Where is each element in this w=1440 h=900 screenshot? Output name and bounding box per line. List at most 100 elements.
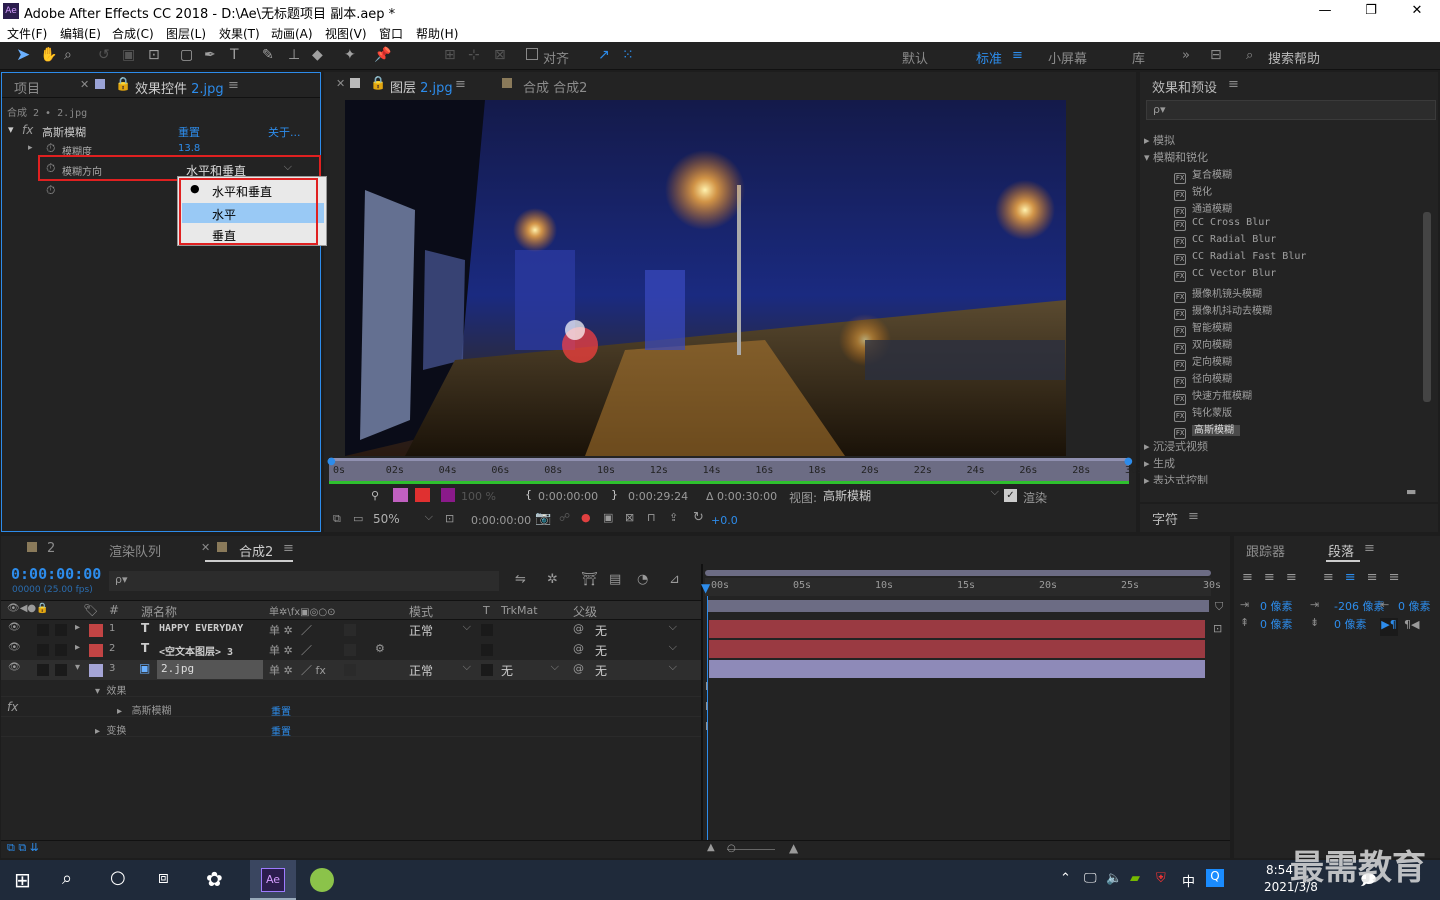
effect-item[interactable]: FX 锐化 — [1174, 183, 1212, 201]
current-time[interactable]: 0:00:00:00 — [471, 514, 531, 527]
network-icon[interactable]: 🖵 — [1084, 871, 1097, 886]
zoom-tool-icon[interactable]: ⌕ — [64, 47, 72, 63]
pink-swatch-icon[interactable] — [393, 488, 408, 502]
panel-menu-icon[interactable]: ≡ — [1364, 541, 1375, 556]
quality-switch-icon[interactable]: ／ — [301, 622, 312, 638]
category-generate[interactable]: ▸ 生成 — [1144, 455, 1175, 471]
tab-effect-controls[interactable]: 效果控件 2.jpg — [135, 78, 224, 97]
label-color-swatch[interactable] — [89, 644, 103, 657]
quality-switch-icon[interactable]: ／ — [301, 642, 312, 658]
tab-layer[interactable]: 图层 2.jpg — [390, 77, 453, 96]
justify-all-icon[interactable]: ≡ — [1389, 570, 1411, 585]
blurriness-value[interactable]: 13.8 — [178, 143, 200, 154]
tab-project[interactable]: 项目 — [14, 78, 40, 97]
visibility-eye-icon[interactable]: 👁 — [8, 642, 21, 653]
align-right-icon[interactable]: ≡ — [1286, 570, 1308, 585]
justify-left-icon[interactable]: ≡ — [1323, 570, 1345, 585]
solo-icon[interactable]: ⚲ — [371, 489, 379, 502]
prop1-expand-icon[interactable]: ▸ — [28, 143, 33, 153]
always-preview-icon[interactable]: ⧉ — [333, 512, 341, 526]
in-time[interactable]: 0:00:00:00 — [538, 490, 598, 503]
cortana-icon[interactable]: ○ — [110, 867, 126, 888]
category-simulation[interactable]: ▸ 模拟 — [1144, 132, 1175, 148]
lock-toggle[interactable] — [55, 624, 67, 636]
tab-composition[interactable]: 合成 合成2 — [523, 77, 587, 96]
melon-app-icon[interactable] — [310, 868, 334, 892]
timeline-ruler[interactable]: 00s 05s 10s 15s 20s 25s 30s — [705, 578, 1221, 596]
purple-swatch-icon[interactable] — [441, 488, 455, 502]
snap-edge-icon[interactable]: ↗ — [598, 47, 610, 63]
menu-effect[interactable]: 效果(T) — [219, 25, 260, 42]
menu-window[interactable]: 窗口 — [379, 25, 403, 42]
stopwatch-icon[interactable]: ⏱ — [46, 141, 55, 156]
category-blur-sharpen[interactable]: ▾ 模糊和锐化 — [1144, 149, 1208, 165]
parent-dropdown[interactable]: 无 — [595, 660, 681, 679]
in-bracket-icon[interactable]: { — [525, 488, 532, 501]
menu-help[interactable]: 帮助(H) — [416, 25, 458, 42]
more-workspaces-icon[interactable]: » — [1182, 48, 1190, 63]
gaussian-effect-row[interactable]: ▸ 高斯模糊 — [117, 702, 172, 717]
space-before-value[interactable]: 0 像素 — [1260, 616, 1293, 632]
rotate-tool-icon[interactable]: ↺ — [98, 47, 110, 63]
maximize-button[interactable]: ❐ — [1348, 0, 1394, 22]
monitor-icon[interactable]: ▭ — [353, 512, 363, 525]
lock-toggle[interactable] — [55, 644, 67, 656]
snapshot-icon[interactable]: 📷 — [535, 511, 551, 526]
timecode[interactable]: 0:00:00:00 — [11, 565, 101, 583]
frame-blending-icon[interactable]: ▤ — [609, 572, 621, 587]
workspace-standard[interactable]: 标准 — [976, 48, 1002, 67]
effects-scrollbar[interactable] — [1423, 212, 1431, 402]
space-after-value[interactable]: 0 像素 — [1334, 616, 1367, 632]
shy-collapse-switch-icon[interactable]: 单 ✲ — [269, 622, 293, 638]
comp-mini-flowchart-icon[interactable]: ⇋ — [515, 572, 526, 587]
layer-name[interactable]: <空文本图层> 3 — [159, 643, 233, 658]
tab-tracker[interactable]: 跟踪器 — [1246, 541, 1285, 560]
channel-icon[interactable]: ● — [581, 511, 591, 524]
show-snapshot-icon[interactable]: ☍ — [559, 511, 570, 524]
indent-right-value[interactable]: 0 像素 — [1398, 598, 1431, 614]
expand-layer-icon[interactable]: ▾ — [75, 662, 80, 673]
preserve-transparency-toggle[interactable] — [481, 664, 493, 676]
transform-group-row[interactable]: ▸ 变换 — [95, 722, 126, 737]
lock-icon[interactable]: 🔒 — [370, 76, 386, 91]
label-color-swatch[interactable] — [89, 624, 103, 637]
layer-bar-2[interactable] — [709, 640, 1205, 658]
minimize-button[interactable]: — — [1302, 0, 1348, 22]
selection-tool-icon[interactable]: ➤ — [16, 45, 30, 65]
preserve-transparency-toggle[interactable] — [481, 624, 493, 636]
snap-feature-icon[interactable]: ⁙ — [622, 47, 634, 63]
indent-left-value[interactable]: 0 像素 — [1260, 598, 1293, 614]
reset-link[interactable]: 重置 — [178, 124, 200, 140]
category-immersive[interactable]: ▸ 沉浸式视频 — [1144, 438, 1208, 454]
ime-indicator[interactable]: 中 — [1182, 871, 1195, 890]
preserve-transparency-toggle[interactable] — [481, 644, 493, 656]
qq-icon[interactable]: Q — [1206, 869, 1224, 887]
fx-icon[interactable]: fx — [22, 123, 33, 137]
effect-expand-icon[interactable]: ▾ — [8, 123, 14, 136]
panel-menu-icon[interactable]: ≡ — [283, 541, 294, 556]
expand-layer-icon[interactable]: ▸ — [75, 622, 80, 633]
search-help-input[interactable]: 搜索帮助 — [1268, 48, 1320, 67]
motion-blur-switch[interactable] — [344, 644, 356, 656]
region-icon[interactable]: ▣ — [603, 511, 613, 524]
tab-render-queue[interactable]: 渲染队列 — [109, 541, 161, 560]
source-name-header[interactable]: 源名称 — [141, 603, 177, 620]
zoom-in-icon[interactable]: ▲ — [789, 841, 798, 855]
work-area-range[interactable] — [707, 600, 1209, 612]
menu-edit[interactable]: 编辑(E) — [60, 25, 101, 42]
tab-comp-2[interactable]: 2 — [47, 541, 55, 556]
visibility-eye-icon[interactable]: 👁 — [8, 662, 21, 673]
transparency-grid-icon[interactable]: ⊠ — [625, 511, 634, 524]
close-tab-icon[interactable]: ✕ — [80, 78, 89, 91]
justify-right-icon[interactable]: ≡ — [1367, 570, 1389, 585]
menu-file[interactable]: 文件(F) — [7, 25, 47, 42]
task-view-icon[interactable]: ⧈ — [158, 868, 169, 888]
close-tab-icon[interactable]: ✕ — [336, 77, 345, 90]
new-bin-icon[interactable]: ▬ — [1406, 485, 1416, 498]
zoom-dropdown[interactable]: 50% — [373, 510, 437, 529]
effect-item[interactable]: FX 智能模糊 — [1174, 319, 1232, 337]
quality-switch-icon[interactable]: ／ fx — [301, 662, 326, 678]
layer-bar-3[interactable] — [709, 660, 1205, 678]
effect-item[interactable]: FX 钝化蒙版 — [1174, 404, 1232, 422]
motion-blur-switch[interactable] — [344, 664, 356, 676]
